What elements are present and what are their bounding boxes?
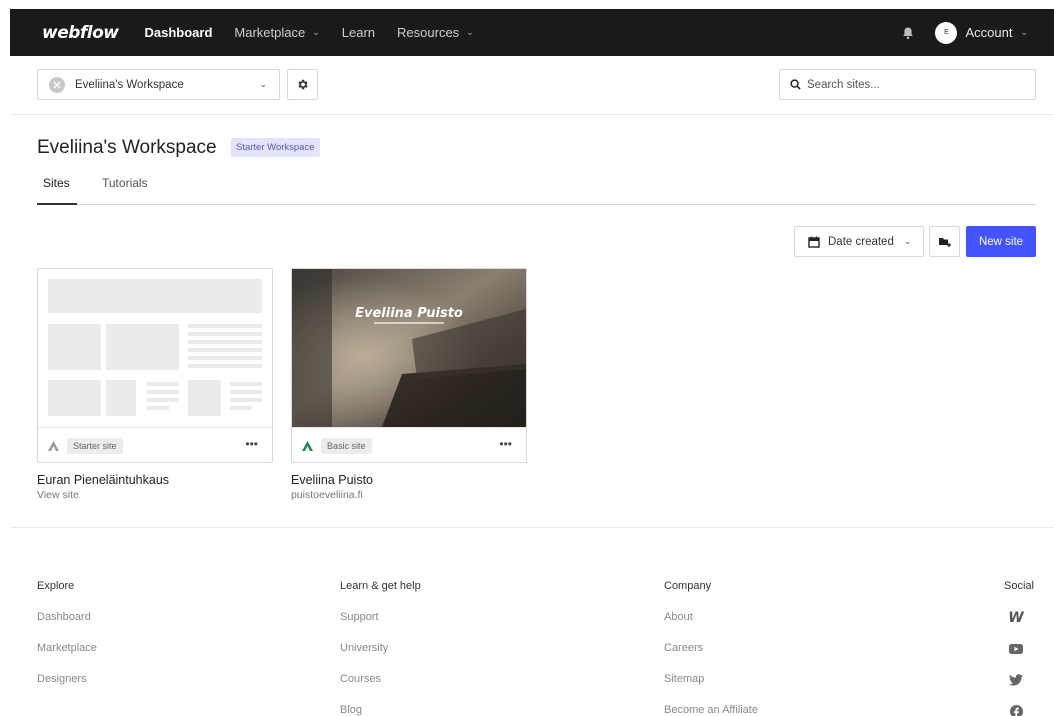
footer-link[interactable]: Careers	[664, 642, 703, 654]
calendar-icon	[808, 236, 820, 248]
new-folder-icon	[938, 237, 951, 247]
search-sites	[779, 69, 1036, 100]
gear-icon	[298, 79, 308, 90]
new-folder-button[interactable]	[929, 226, 960, 257]
avatar[interactable]: E	[935, 21, 958, 44]
divider	[10, 114, 1054, 115]
youtube-icon[interactable]	[1004, 641, 1028, 657]
footer-link[interactable]: About	[664, 611, 693, 623]
footer-link[interactable]: Blog	[340, 704, 362, 716]
footer-link[interactable]: Support	[340, 611, 379, 623]
footer-link[interactable]: Become an Affiliate	[664, 704, 758, 716]
workspace-settings-button[interactable]	[287, 69, 318, 100]
site-link[interactable]: View site	[37, 489, 79, 501]
top-navbar: webflow Dashboard Marketplace ⌄ Learn Res…	[10, 9, 1054, 56]
site-card-footer: Basic site •••	[292, 427, 526, 463]
site-thumbnail-placeholder	[38, 269, 272, 427]
footer-heading-learn: Learn & get help	[340, 580, 421, 592]
facebook-glyph	[1009, 704, 1023, 716]
workspace-plan-badge: Starter Workspace	[231, 138, 320, 157]
workspace-select-value: Eveliina's Workspace	[75, 78, 184, 91]
tab-tutorials[interactable]: Tutorials	[102, 176, 148, 190]
site-plan-badge: Starter site	[67, 437, 123, 454]
footer-link[interactable]: Courses	[340, 673, 381, 685]
footer-link[interactable]: University	[340, 642, 388, 654]
facebook-icon[interactable]	[1004, 703, 1028, 716]
nav-marketplace[interactable]: Marketplace ⌄	[234, 25, 319, 40]
nav-resources-label: Resources	[397, 25, 460, 40]
webflow-site-icon	[302, 440, 313, 451]
footer-heading-explore: Explore	[37, 580, 75, 592]
workspace-select[interactable]: Eveliina's Workspace ⌄	[37, 69, 280, 100]
nav-right: E Account ⌄	[901, 21, 1028, 44]
sort-dropdown[interactable]: Date created ⌄	[794, 226, 924, 257]
footer-link[interactable]: Sitemap	[664, 673, 704, 685]
thumbnail-title: Eveliina Puisto	[355, 306, 463, 321]
nav-learn[interactable]: Learn	[342, 25, 375, 40]
site-name[interactable]: Euran Pieneläintuhkaus	[37, 473, 169, 487]
footer-heading-social: Social	[1004, 580, 1034, 592]
site-name[interactable]: Eveliina Puisto	[291, 473, 373, 487]
sort-dropdown-label: Date created	[828, 235, 894, 248]
site-thumbnail: Eveliina Puisto	[292, 269, 526, 427]
chevron-down-icon: ⌄	[1020, 27, 1028, 37]
site-plan-badge: Basic site	[321, 437, 372, 454]
bell-icon[interactable]	[901, 26, 915, 40]
more-options-icon[interactable]: •••	[499, 437, 512, 451]
chevron-down-icon: ⌄	[903, 236, 912, 246]
divider	[10, 527, 1054, 528]
webflow-w-glyph: W	[1008, 610, 1024, 626]
more-options-icon[interactable]: •••	[245, 437, 258, 451]
webflow-logo[interactable]: webflow	[42, 23, 119, 43]
chevron-down-icon: ⌄	[312, 27, 320, 37]
site-card[interactable]: Eveliina Puisto Basic site •••	[291, 268, 527, 463]
youtube-glyph	[1009, 644, 1023, 654]
nav-learn-label: Learn	[341, 25, 376, 40]
page-title: Eveliina's Workspace	[37, 137, 217, 158]
footer-link[interactable]: Dashboard	[37, 611, 91, 623]
tab-sites[interactable]: Sites	[43, 176, 70, 190]
active-tab-indicator	[37, 203, 77, 205]
webflow-site-icon	[48, 440, 59, 451]
nav-resources[interactable]: Resources ⌄	[397, 25, 474, 40]
nav-dashboard[interactable]: Dashboard	[145, 25, 213, 40]
tabs-divider	[37, 204, 1036, 205]
twitter-icon[interactable]	[1004, 672, 1028, 688]
chevron-down-icon: ⌄	[259, 79, 267, 89]
workspace-icon	[49, 76, 65, 93]
nav-marketplace-label: Marketplace	[234, 25, 306, 40]
new-site-button[interactable]: New site	[966, 226, 1036, 257]
webflow-icon[interactable]: W	[1004, 610, 1028, 626]
account-menu[interactable]: Account	[965, 25, 1012, 40]
twitter-glyph	[1009, 674, 1023, 686]
footer-heading-company: Company	[664, 580, 712, 592]
chevron-down-icon: ⌄	[466, 27, 474, 37]
search-icon	[790, 79, 801, 90]
site-card-footer: Starter site •••	[38, 427, 272, 463]
nav-dashboard-label: Dashboard	[144, 25, 213, 40]
footer-link[interactable]: Designers	[37, 673, 87, 685]
footer-link[interactable]: Marketplace	[37, 642, 97, 654]
site-link[interactable]: puistoeveliina.fi	[291, 489, 363, 501]
search-input[interactable]	[807, 78, 1027, 91]
site-card[interactable]: Starter site •••	[37, 268, 273, 463]
